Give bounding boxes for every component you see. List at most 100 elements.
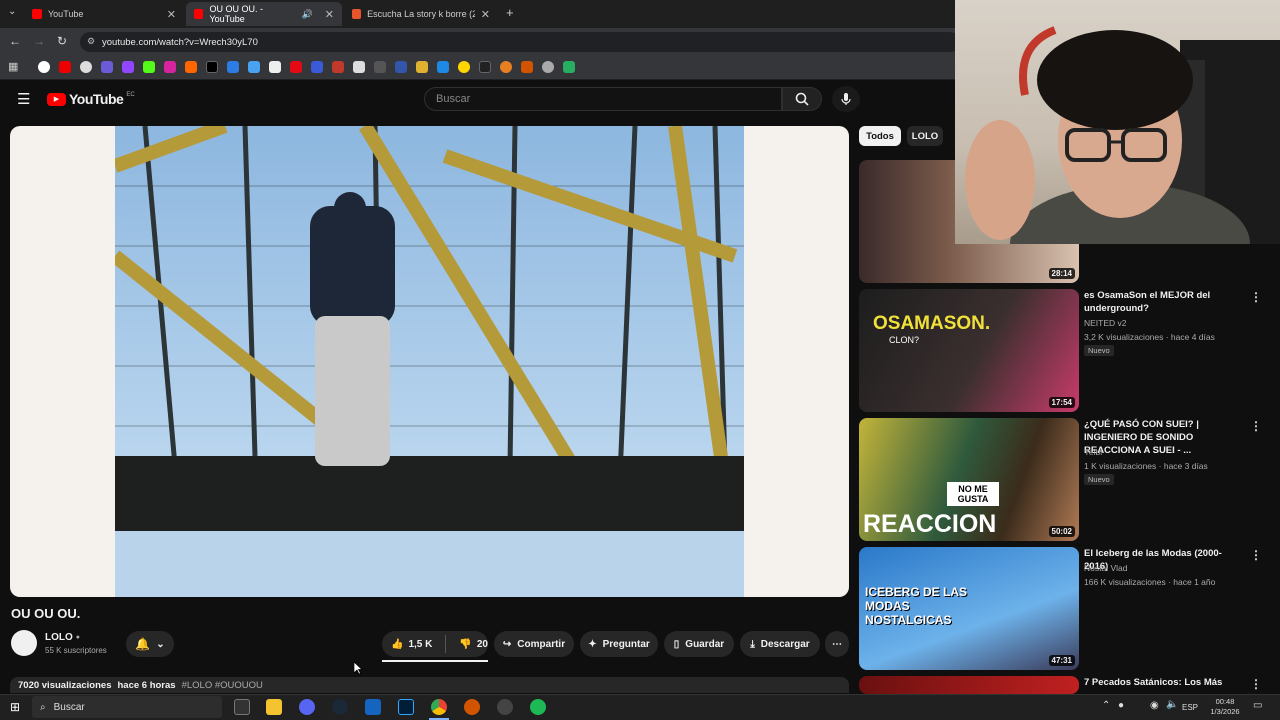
back-icon[interactable]: ← [9,34,21,48]
youtube-logo[interactable]: ▶ YouTube EC [47,91,135,107]
download-button[interactable]: ⤓ Descargar [740,631,820,657]
recommendation-title[interactable]: ¿QUÉ PASÓ CON SUEI? | INGENIERO DE SONID… [1084,418,1244,457]
chip-all[interactable]: Todos [859,126,901,146]
network-icon[interactable]: ◉ [1150,700,1159,711]
bookmark-icon[interactable] [563,61,575,73]
tab-list-chevron-icon[interactable]: ⌄ [8,6,16,17]
recommendation-channel[interactable]: Nostal Vlad [1084,563,1127,573]
netflix-bookmark-icon[interactable] [290,61,302,73]
google-bookmark-icon[interactable] [38,61,50,73]
address-bar[interactable]: ⚙ youtube.com/watch?v=Wrech30yL70 [80,32,960,52]
clock[interactable]: 00:48 1/3/2026 [1205,697,1245,717]
bookmark-icon[interactable] [311,61,323,73]
close-icon[interactable]: ✕ [325,8,334,21]
more-actions-button[interactable]: ⋯ [825,631,849,657]
vegas-icon[interactable] [365,699,381,715]
bookmark-icon[interactable] [101,61,113,73]
recommendation-thumbnail[interactable]: NO ME GUSTA REACCION 50:02 [859,418,1079,541]
hashtags[interactable]: #LOLO #OUOUOU [182,680,263,691]
bookmark-icon[interactable] [416,61,428,73]
tab-youtube[interactable]: YouTube ✕ [24,2,184,26]
bookmark-icon[interactable] [248,61,260,73]
chip-lolo[interactable]: LOLO [907,126,943,146]
bookmark-icon[interactable] [185,61,197,73]
url-text: youtube.com/watch?v=Wrech30yL70 [102,36,258,48]
file-explorer-icon[interactable] [266,699,282,715]
recommendation-title[interactable]: 7 Pecados Satánicos: Los Más [1084,676,1244,689]
language-indicator[interactable]: ESP [1182,703,1198,712]
microphone-tray-icon[interactable]: ● [1118,700,1124,711]
twitch-bookmark-icon[interactable] [122,61,134,73]
more-vertical-icon[interactable]: ⋮ [1250,548,1262,562]
search-input[interactable]: Buscar [424,87,782,111]
more-vertical-icon[interactable]: ⋮ [1250,419,1262,433]
video-player[interactable] [10,126,849,597]
tab-title: OU OU OU. - YouTube [209,4,263,24]
dislike-button[interactable]: 👎 20 [459,639,488,650]
close-icon[interactable]: ✕ [481,8,490,21]
tray-overflow-icon[interactable]: ⌃ [1102,700,1110,711]
chrome-icon[interactable] [431,699,447,715]
logo-text: YouTube [69,91,124,107]
youtube-bookmark-icon[interactable] [59,61,71,73]
recommendation-channel[interactable]: Yeibi [1084,447,1102,457]
taskbar-search-input[interactable]: ⌕ Buscar [32,696,222,718]
bookmark-icon[interactable] [395,61,407,73]
more-vertical-icon[interactable]: ⋮ [1250,290,1262,304]
save-button[interactable]: ▯ Guardar [664,631,734,657]
windows-start-icon[interactable]: ⊞ [10,700,20,714]
bookmark-icon[interactable] [437,61,449,73]
menu-icon[interactable]: ☰ [17,90,30,108]
tab-current-video[interactable]: OU OU OU. - YouTube 🔊 ✕ [186,2,342,26]
photoshop-icon[interactable] [398,699,414,715]
description-box[interactable]: 7020 visualizaciones hace 6 horas #LOLO … [10,677,849,693]
forward-icon[interactable]: → [33,34,45,48]
steam-icon[interactable] [332,699,348,715]
bookmark-icon[interactable] [227,61,239,73]
bookmark-icon[interactable] [332,61,344,73]
search-placeholder: Buscar [436,93,471,105]
site-info-icon[interactable]: ⚙ [87,36,95,47]
speaker-icon[interactable]: 🔊 [302,9,313,20]
recommendation-title[interactable]: es OsamaSon el MEJOR del underground? [1084,289,1244,315]
bookmark-icon[interactable] [374,61,386,73]
volume-icon[interactable]: 🔈 [1166,699,1178,710]
kick-bookmark-icon[interactable] [143,61,155,73]
subscribed-button[interactable]: 🔔 ⌄ [126,631,174,657]
recommendation-thumbnail[interactable] [859,676,1079,694]
channel-name[interactable]: LOLO [45,632,73,643]
new-tab-button[interactable]: + [506,5,514,20]
upload-age: hace 6 horas [117,680,176,691]
bookmark-icon[interactable] [479,61,491,73]
bookmark-icon[interactable] [542,61,554,73]
instagram-bookmark-icon[interactable] [164,61,176,73]
channel-avatar[interactable] [11,630,37,656]
obs-icon[interactable] [497,699,513,715]
reload-icon[interactable]: ↻ [57,34,67,48]
more-vertical-icon[interactable]: ⋮ [1250,677,1262,691]
recommendation-thumbnail[interactable]: OSAMASON. CLON? 17:54 [859,289,1079,412]
ask-button[interactable]: ✦ Preguntar [580,631,658,657]
bookmark-icon[interactable] [269,61,281,73]
notion-bookmark-icon[interactable] [353,61,365,73]
recommendation-channel[interactable]: NEITED v2 [1084,318,1127,328]
bookmark-icon[interactable] [458,61,470,73]
close-icon[interactable]: ✕ [167,8,176,21]
bookmark-icon[interactable] [500,61,512,73]
voice-search-button[interactable] [832,86,860,112]
search-button[interactable] [782,87,822,111]
recommendation-thumbnail[interactable]: ICEBERG DE LAS MODAS NOSTALGICAS 47:31 [859,547,1079,670]
apps-grid-icon[interactable]: ▦ [8,60,18,73]
app-icon[interactable] [464,699,480,715]
like-button[interactable]: 👍 1,5 K [391,639,432,650]
tab-spotify[interactable]: Escucha La story k borre (2023) ✕ [344,2,498,26]
share-button[interactable]: ↪ Compartir [494,631,574,657]
channel-name-row[interactable]: LOLO ● [45,632,80,643]
discord-icon[interactable] [299,699,315,715]
bookmark-icon[interactable] [521,61,533,73]
x-bookmark-icon[interactable] [206,61,218,73]
bookmark-icon[interactable] [80,61,92,73]
notifications-icon[interactable]: ▭ [1253,700,1262,711]
task-view-icon[interactable] [234,699,250,715]
spotify-icon[interactable] [530,699,546,715]
